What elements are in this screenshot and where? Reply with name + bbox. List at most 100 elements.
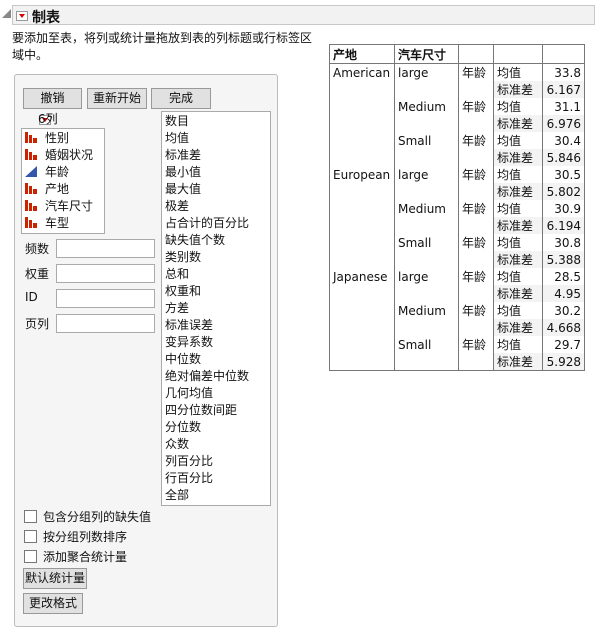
statistic-item[interactable]: 最小值: [162, 164, 270, 181]
order-by-count-label: 按分组列数排序: [43, 530, 128, 544]
statistic-item[interactable]: 方差: [162, 300, 270, 317]
table-row: European large 年龄 均值 30.5: [329, 166, 585, 183]
statistic-item[interactable]: 分位数: [162, 419, 270, 436]
column-header[interactable]: [493, 44, 543, 64]
statistic-item[interactable]: 四分位数间距: [162, 402, 270, 419]
table-cell: 29.7: [542, 336, 585, 353]
add-aggregate-label: 添加聚合统计量: [43, 550, 128, 564]
statistics-list[interactable]: 数目 均值 标准差 最小值 最大值 极差 占合计的百分比 缺失值个数 类别数 总和 权重和 方差 标准误…: [161, 111, 271, 506]
disclosure-icon[interactable]: [2, 9, 11, 18]
column-item[interactable]: 产地: [22, 181, 104, 198]
table-cell: [329, 183, 395, 200]
table-cell: 标准差: [493, 149, 543, 166]
table-cell: 5.846: [542, 149, 585, 166]
table-cell: [329, 319, 395, 336]
table-cell: 标准差: [493, 319, 543, 336]
table-cell: 年龄: [458, 268, 494, 285]
table-cell: [329, 302, 395, 319]
table-cell: 均值: [493, 302, 543, 319]
table-row: Medium 年龄 均值 31.1: [329, 98, 585, 115]
statistic-item[interactable]: 众数: [162, 436, 270, 453]
statistic-item[interactable]: 数目: [162, 113, 270, 130]
column-item[interactable]: 车型: [22, 215, 104, 232]
column-item[interactable]: 汽车尺寸: [22, 198, 104, 215]
default-stats-button[interactable]: 默认统计量: [23, 568, 87, 589]
statistic-item[interactable]: 占合计的百分比: [162, 215, 270, 232]
statistic-item[interactable]: 最大值: [162, 181, 270, 198]
column-header[interactable]: [542, 44, 585, 64]
table-row: 标准差 6.167: [329, 81, 585, 98]
table-cell: [329, 81, 395, 98]
nominal-icon: [25, 182, 37, 194]
restart-button[interactable]: 重新开始: [87, 88, 147, 109]
column-item[interactable]: 性别: [22, 130, 104, 147]
table-cell: 6.167: [542, 81, 585, 98]
statistic-item[interactable]: 权重和: [162, 283, 270, 300]
page-input[interactable]: [56, 314, 155, 333]
id-input[interactable]: [56, 289, 155, 308]
table-cell: 33.8: [542, 63, 585, 81]
statistic-item[interactable]: 中位数: [162, 351, 270, 368]
statistic-item[interactable]: 行百分比: [162, 470, 270, 487]
statistic-item[interactable]: 变异系数: [162, 334, 270, 351]
table-row: 标准差 6.194: [329, 217, 585, 234]
statistic-item[interactable]: 总和: [162, 266, 270, 283]
table-cell: [329, 98, 395, 115]
table-cell: Medium: [394, 98, 459, 115]
column-item[interactable]: 婚姻状况: [22, 147, 104, 164]
order-by-count-checkbox[interactable]: [24, 530, 37, 543]
table-cell: 6.976: [542, 115, 585, 132]
include-missing-label: 包含分组列的缺失值: [43, 510, 152, 524]
table-row: 标准差 4.95: [329, 285, 585, 302]
include-missing-checkbox[interactable]: [24, 510, 37, 523]
change-format-button[interactable]: 更改格式: [23, 593, 83, 614]
table-cell: 年龄: [458, 98, 494, 115]
table-cell: 均值: [493, 336, 543, 353]
table-cell: 5.388: [542, 251, 585, 268]
table-cell: 年龄: [458, 200, 494, 217]
nominal-icon: [25, 216, 37, 228]
statistic-item[interactable]: 极差: [162, 198, 270, 215]
table-cell: [329, 217, 395, 234]
statistic-item[interactable]: 缺失值个数: [162, 232, 270, 249]
table-row: Medium 年龄 均值 30.2: [329, 302, 585, 319]
statistic-item[interactable]: 列百分比: [162, 453, 270, 470]
columns-list[interactable]: 性别 婚姻状况 年龄 产地汽车尺寸 车型: [21, 128, 105, 234]
table-cell: 30.5: [542, 166, 585, 183]
statistic-item[interactable]: 绝对偏差中位数: [162, 368, 270, 385]
table-cell: [458, 183, 494, 200]
undo-button[interactable]: 撤销: [23, 88, 82, 109]
table-row: 标准差 4.668: [329, 319, 585, 336]
column-header[interactable]: 汽车尺寸: [394, 44, 459, 64]
statistic-item[interactable]: 全部: [162, 487, 270, 504]
column-item[interactable]: 年龄: [22, 164, 104, 181]
table-cell: [394, 115, 459, 132]
table-cell: [458, 251, 494, 268]
column-name: 产地: [45, 182, 70, 196]
tabulate-table[interactable]: 产地 汽车尺寸 American large 年龄 均值 33.8 标准差 6.167 Medi…: [329, 44, 585, 371]
column-header[interactable]: 产地: [329, 44, 395, 64]
freq-input[interactable]: [56, 239, 155, 258]
table-cell: [329, 285, 395, 302]
statistic-item[interactable]: 标准差: [162, 147, 270, 164]
add-aggregate-checkbox[interactable]: [24, 550, 37, 563]
page-title: 制表: [32, 10, 60, 26]
table-cell: [329, 336, 395, 353]
table-cell: 30.9: [542, 200, 585, 217]
table-cell: Small: [394, 234, 459, 251]
table-cell: 均值: [493, 63, 543, 81]
table-cell: 均值: [493, 98, 543, 115]
table-cell: 均值: [493, 268, 543, 285]
statistic-item[interactable]: 标准误差: [162, 317, 270, 334]
weight-input[interactable]: [56, 264, 155, 283]
column-header[interactable]: [458, 44, 494, 64]
statistic-item[interactable]: 类别数: [162, 249, 270, 266]
id-label: ID: [25, 290, 38, 304]
statistic-item[interactable]: 几何均值: [162, 385, 270, 402]
table-cell: [329, 353, 395, 371]
table-cell: 标准差: [493, 217, 543, 234]
red-triangle-menu-icon[interactable]: [16, 11, 28, 21]
table-cell: European: [329, 166, 395, 183]
statistic-item[interactable]: 均值: [162, 130, 270, 147]
done-button[interactable]: 完成: [151, 88, 211, 109]
